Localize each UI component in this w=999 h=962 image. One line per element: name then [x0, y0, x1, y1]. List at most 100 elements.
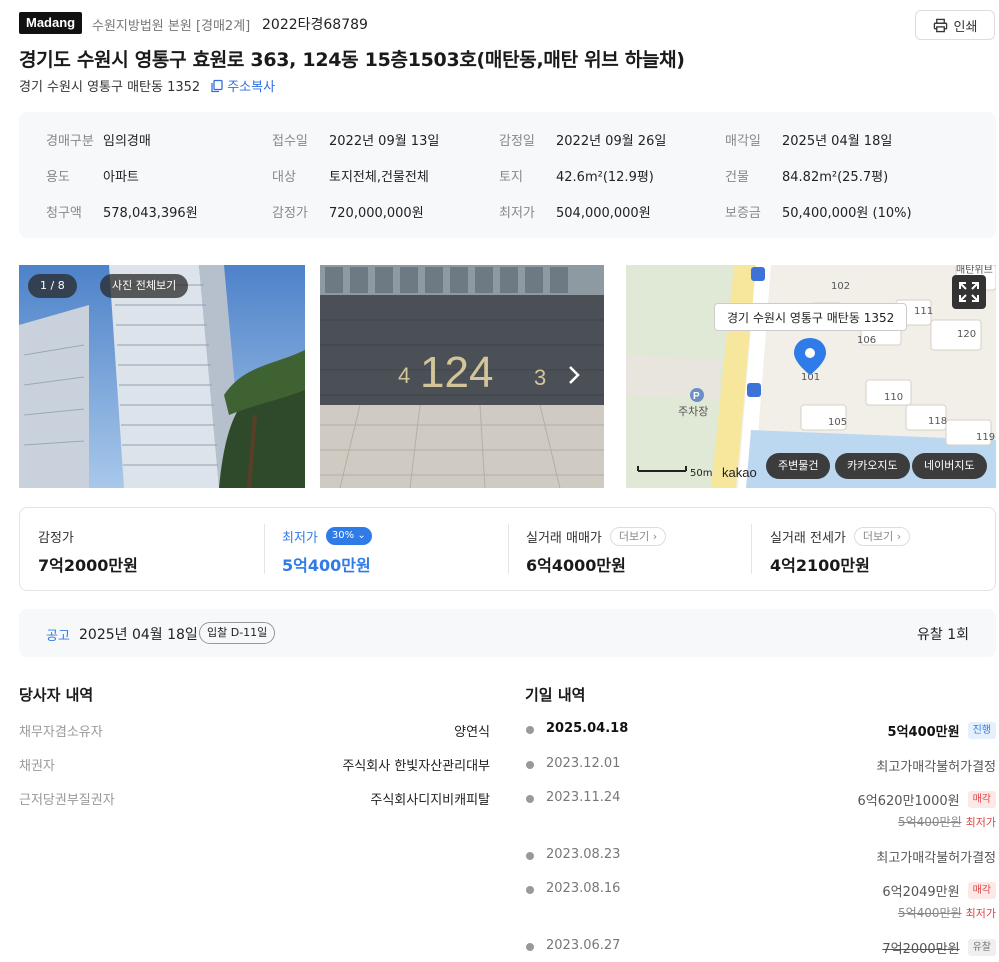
sale-value: 6억4000만원	[526, 556, 626, 575]
brand-logo[interactable]: Madang	[19, 12, 83, 34]
minimum-tag: 최저가	[965, 815, 996, 829]
lease-more-button[interactable]: 더보기 ›	[853, 526, 911, 546]
chevron-down-icon: ⌄	[357, 530, 366, 541]
info-value: 2022년 09월 26일	[556, 134, 667, 149]
info-key: 경매구분	[46, 134, 94, 149]
minimum-percent-badge[interactable]: 30% ⌄	[325, 527, 372, 545]
map-building-label: 120	[957, 329, 976, 340]
map-building-label: 111	[914, 306, 933, 317]
info-cell: 청구액 578,043,396원	[46, 202, 198, 221]
schedule-result: 7억2000만원 유찰	[882, 938, 996, 957]
map-building-label: 110	[884, 392, 903, 403]
party-name: 주식회사디지비캐피탈	[370, 793, 490, 808]
appraisal-label: 감정가	[38, 530, 74, 546]
lease-label: 실거래 전세가	[770, 530, 846, 546]
lot-address: 경기 수원시 영통구 매탄동 1352	[19, 80, 201, 95]
info-cell: 용도 아파트	[46, 166, 139, 185]
info-cell: 토지 42.6m²(12.9평)	[499, 166, 654, 185]
photo-entrance[interactable]: 4 124 3	[320, 265, 604, 488]
minimum-tag: 최저가	[965, 906, 996, 920]
map-scale: 50m	[690, 468, 712, 479]
info-key: 감정일	[499, 134, 535, 149]
divider	[751, 524, 752, 574]
photo-building[interactable]: 1 / 8 사진 전체보기	[19, 265, 305, 488]
party-name: 주식회사 한빛자산관리대부	[342, 759, 490, 774]
schedule-result: 5억400만원 진행	[888, 721, 996, 740]
schedule-amount: 5억400만원	[887, 725, 960, 740]
party-role: 채무자겸소유자	[19, 725, 103, 740]
sale-more-button[interactable]: 더보기 ›	[609, 526, 667, 546]
bid-dday-badge: 입찰 D-11일	[199, 622, 276, 644]
info-cell: 감정일 2022년 09월 26일	[499, 130, 666, 149]
info-cell: 감정가 720,000,000원	[272, 202, 424, 221]
sale-price: 실거래 매매가 더보기 › 6억4000만원	[526, 526, 667, 576]
nearby-items-button[interactable]: 주변물건	[766, 453, 831, 479]
location-map[interactable]: 102 106 101 111 120 110 105 118 119 매탄위브…	[626, 265, 996, 488]
view-all-photos-button[interactable]: 사진 전체보기	[100, 274, 189, 298]
entrance-photo-image: 4 124 3	[320, 265, 604, 488]
more-label: 더보기	[618, 529, 650, 543]
timeline-dot	[526, 886, 534, 894]
party-name: 양연식	[454, 725, 490, 740]
schedule-minimum: 5억400만원 최저가	[898, 813, 996, 830]
minimum-value: 5억400만원	[282, 556, 371, 575]
kakao-map-button[interactable]: 카카오지도	[835, 453, 910, 479]
building-photo-image	[19, 265, 305, 488]
plate-left-digit: 4	[398, 363, 410, 388]
copy-address-button[interactable]: 주소복사	[210, 76, 275, 95]
schedule-date: 2023.08.16	[546, 881, 621, 896]
case-number: 2022타경68789	[262, 17, 368, 33]
schedule-amount: 6억2049만원	[882, 885, 960, 900]
info-cell: 보증금 50,400,000원 (10%)	[725, 202, 912, 221]
minimum-amount: 5억400만원	[897, 815, 962, 829]
info-value: 720,000,000원	[329, 206, 424, 221]
plate-number: 124	[420, 348, 493, 397]
sale-label: 실거래 매매가	[526, 530, 602, 546]
minimum-label: 최저가	[282, 530, 318, 546]
timeline-dot	[526, 761, 534, 769]
copy-address-label: 주소복사	[227, 80, 276, 95]
notice-label: 공고	[46, 629, 70, 644]
failed-bid-count: 유찰 1회	[917, 627, 969, 643]
info-key: 용도	[46, 170, 70, 185]
naver-map-button[interactable]: 네이버지도	[912, 453, 987, 479]
print-label: 인쇄	[953, 19, 978, 35]
status-badge: 매각	[967, 882, 996, 899]
party-role: 근저당권부질권자	[19, 793, 115, 808]
info-key: 최저가	[499, 206, 535, 221]
appraisal-price: 감정가 7억2000만원	[38, 526, 138, 576]
schedule-date: 2025.04.18	[546, 721, 629, 736]
map-address-bubble: 경기 수원시 영통구 매탄동 1352	[714, 303, 908, 331]
map-building-label: 118	[928, 416, 947, 427]
schedule-result: 6억2049만원 매각	[882, 881, 996, 900]
info-cell: 경매구분 임의경매	[46, 130, 151, 149]
page-title: 경기도 수원시 영통구 효원로 363, 124동 15층1503호(매탄동,매…	[19, 49, 685, 71]
info-value: 임의경매	[103, 134, 151, 149]
notice-date: 2025년 04월 18일	[79, 627, 198, 643]
chevron-right-icon: ›	[652, 529, 658, 543]
info-cell: 대상 토지전체,건물전체	[272, 166, 429, 185]
info-key: 대상	[272, 170, 296, 185]
schedule-result: 최고가매각불허가결정	[876, 760, 996, 775]
copy-icon	[211, 79, 223, 92]
map-building-label: 106	[857, 335, 876, 346]
info-cell: 매각일 2025년 04월 18일	[725, 130, 892, 149]
timeline-dot	[526, 795, 534, 803]
address-line: 경기 수원시 영통구 매탄동 1352 주소복사	[19, 76, 275, 95]
timeline-dot	[526, 852, 534, 860]
info-value: 토지전체,건물전체	[329, 170, 429, 185]
print-button[interactable]: 인쇄	[915, 10, 995, 40]
schedule-minimum: 5억400만원 최저가	[898, 904, 996, 921]
info-key: 토지	[499, 170, 523, 185]
info-value: 42.6m²(12.9평)	[556, 170, 654, 185]
map-building-label: 105	[828, 417, 847, 428]
printer-icon	[933, 18, 947, 32]
info-value: 아파트	[103, 170, 139, 185]
status-badge: 매각	[967, 791, 996, 808]
price-summary: 감정가 7억2000만원 최저가 30% ⌄ 5억400만원 실거래 매매가 더…	[19, 507, 996, 591]
status-badge: 진행	[967, 722, 996, 739]
schedule-date: 2023.11.24	[546, 790, 621, 805]
expand-map-button[interactable]	[952, 275, 986, 309]
svg-text:P: P	[693, 391, 700, 402]
map-brand: kakao	[722, 465, 757, 480]
